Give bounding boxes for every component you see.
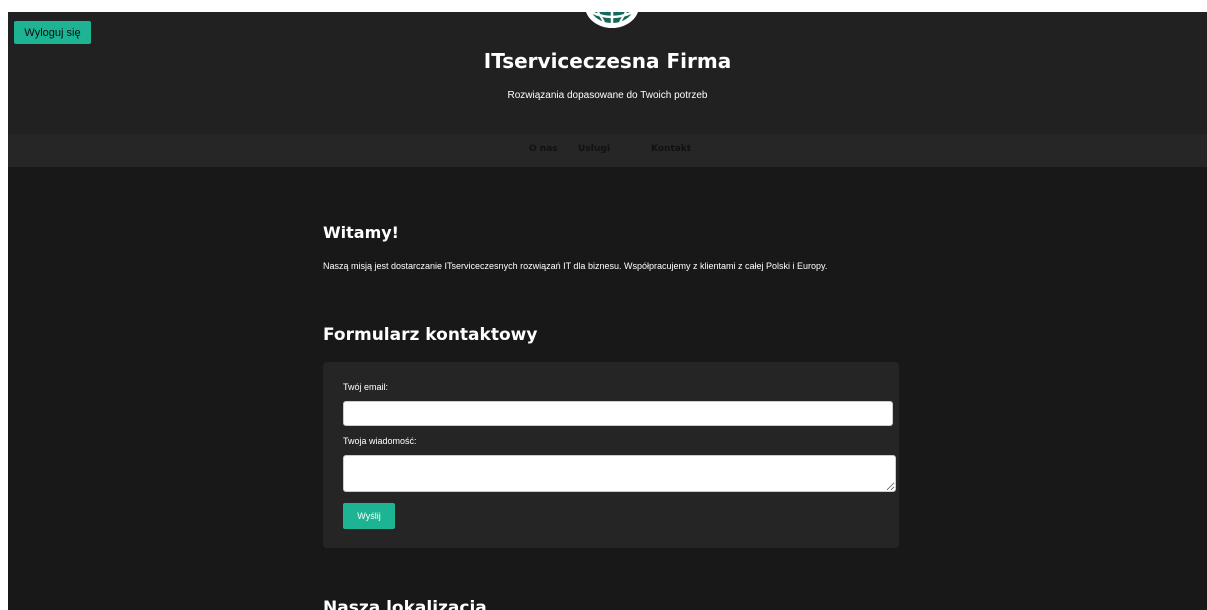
site-header: Wyloguj się ITserviceczesna Firma Rozwią… (8, 12, 1207, 134)
email-label: Twój email: (343, 382, 389, 392)
welcome-title: Witamy! (323, 223, 399, 242)
contact-form-title: Formularz kontaktowy (323, 325, 538, 345)
nav-link-kontakt[interactable]: Kontakt (651, 144, 691, 154)
contact-form: Twój email: Twoja wiadomość: Wyślij (323, 362, 899, 548)
page-viewport: Wyloguj się ITserviceczesna Firma Rozwią… (8, 12, 1207, 610)
location-title: Nasza lokalizacja (323, 598, 487, 610)
nav-link-o-nas[interactable]: O nas (529, 144, 558, 154)
send-button[interactable]: Wyślij (343, 503, 395, 529)
nav-link-uslugi[interactable]: Usługi (578, 144, 610, 154)
logout-button[interactable]: Wyloguj się (14, 21, 91, 44)
site-tagline: Rozwiązania dopasowane do Twoich potrzeb (507, 90, 708, 101)
message-field[interactable] (343, 455, 896, 492)
globe-logo-icon (586, 12, 638, 28)
main-nav: O nas Usługi Kontakt (8, 134, 1207, 167)
email-field[interactable] (343, 401, 893, 426)
site-title: ITserviceczesna Firma (483, 49, 732, 73)
welcome-text: Naszą misją jest dostarczanie ITservicec… (323, 261, 828, 271)
message-label: Twoja wiadomość: (343, 436, 417, 446)
